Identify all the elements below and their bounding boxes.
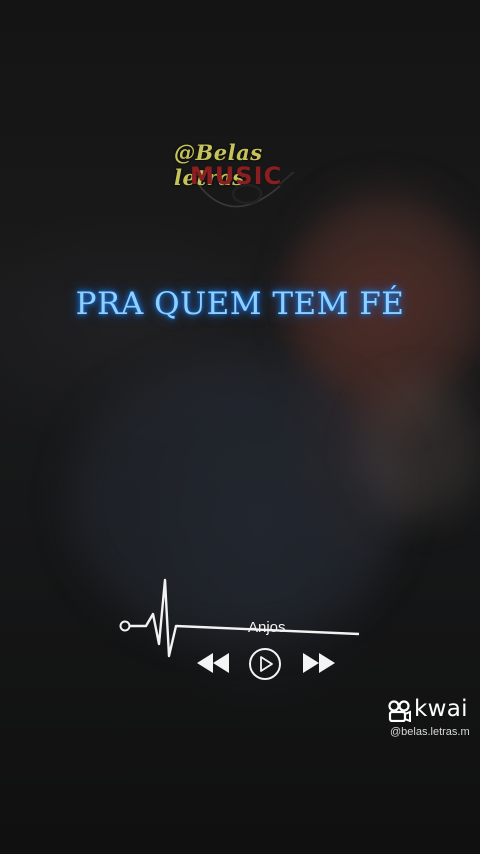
lyric-text: PRA QUEM TEM FÉ bbox=[75, 286, 405, 322]
playback-controls bbox=[195, 645, 340, 681]
play-circle-icon[interactable] bbox=[247, 646, 283, 682]
track-title: Anjos bbox=[248, 619, 286, 636]
kwai-user-handle: @belas.letras.m bbox=[390, 726, 470, 738]
kwai-logo-icon bbox=[388, 700, 411, 722]
fast-forward-icon[interactable] bbox=[301, 645, 337, 681]
belas-letras-music-logo: @Belas letras MUSIC bbox=[168, 132, 318, 222]
rewind-icon[interactable] bbox=[195, 645, 231, 681]
kwai-watermark: kwai @belas.letras.m bbox=[386, 696, 476, 744]
video-screen: @Belas letras MUSIC PRA QUEM TEM FÉ Anjo… bbox=[0, 0, 480, 854]
logo-music-text: MUSIC bbox=[190, 162, 283, 190]
kwai-brand-text: kwai bbox=[414, 696, 468, 722]
